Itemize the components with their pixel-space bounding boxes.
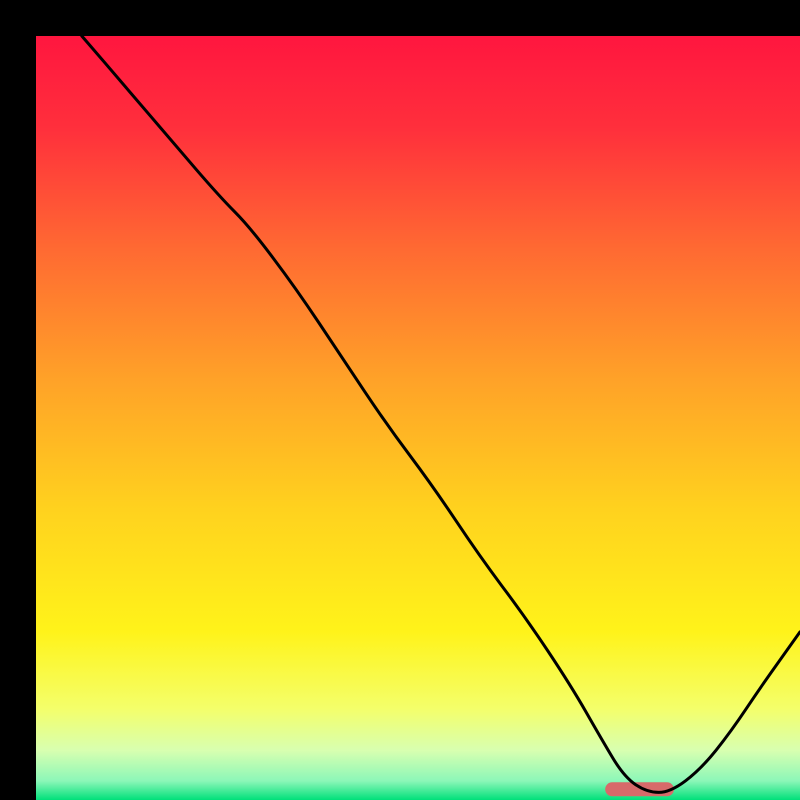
optimum-marker [605,782,674,796]
plot-background [36,36,800,800]
bottleneck-chart [0,0,800,800]
chart-stage: TheBottleneck.com [0,0,800,800]
